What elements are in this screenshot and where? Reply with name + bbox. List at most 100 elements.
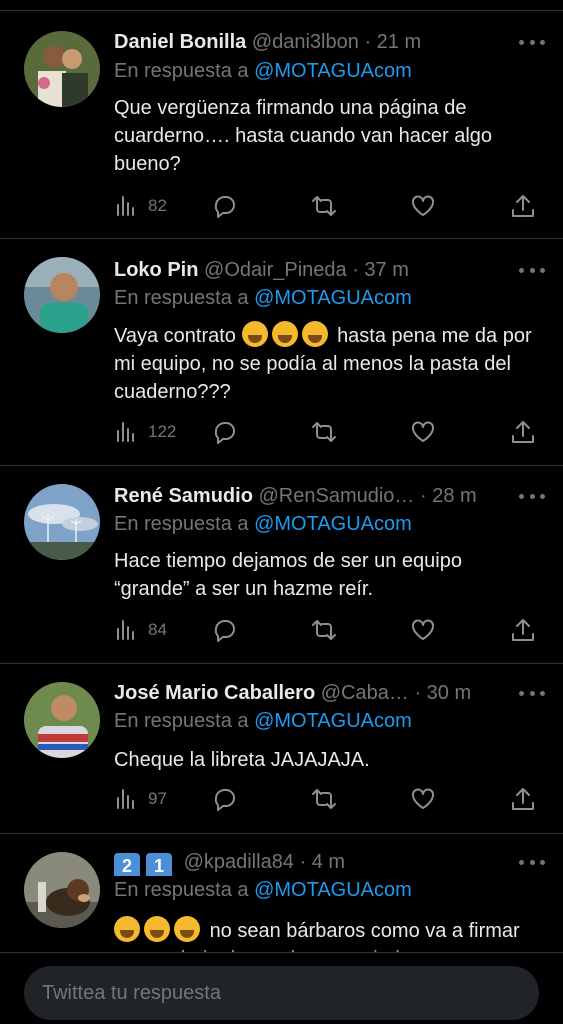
- like-button[interactable]: [410, 191, 436, 221]
- reply-context: En respuesta a @MOTAGUAcom: [114, 284, 412, 312]
- display-name[interactable]: José Mario Caballero: [114, 682, 315, 704]
- display-name[interactable]: René Samudio: [114, 485, 253, 507]
- like-icon: [412, 788, 434, 809]
- timestamp[interactable]: · 4 m: [300, 851, 346, 873]
- views-button[interactable]: 97: [114, 784, 167, 814]
- reply-button[interactable]: [212, 615, 238, 645]
- like-button[interactable]: [410, 784, 436, 814]
- handle[interactable]: @Caba…: [321, 682, 409, 704]
- avatar[interactable]: [24, 852, 100, 928]
- more-icon[interactable]: [519, 688, 545, 698]
- reply-prefix: En respuesta a: [114, 513, 249, 535]
- mention-link[interactable]: @MOTAGUAcom: [254, 513, 412, 535]
- handle[interactable]: @dani3lbon: [252, 31, 359, 53]
- reply-prefix: En respuesta a: [114, 287, 249, 309]
- tweet[interactable]: René Samudio @RenSamudio… · 28 m En resp…: [0, 465, 563, 663]
- retweet-icon: [312, 789, 336, 809]
- share-icon: [512, 421, 534, 443]
- share-icon: [512, 788, 534, 810]
- mention-link[interactable]: @MOTAGUAcom: [254, 287, 412, 309]
- reply-button[interactable]: [212, 417, 238, 447]
- share-button[interactable]: [510, 615, 536, 645]
- reply-icon: [214, 789, 235, 811]
- views-count: 122: [148, 422, 177, 441]
- display-name[interactable]: Loko Pin: [114, 259, 198, 281]
- timestamp[interactable]: · 30 m: [414, 682, 471, 704]
- tweet-actions: 82: [114, 191, 541, 221]
- retweet-button[interactable]: [311, 417, 337, 447]
- reply-icon: [214, 422, 235, 444]
- handle[interactable]: @Odair_Pineda: [204, 259, 347, 281]
- share-button[interactable]: [510, 191, 536, 221]
- display-name[interactable]: Daniel Bonilla: [114, 31, 246, 53]
- share-icon: [512, 195, 534, 217]
- views-button[interactable]: 122: [114, 417, 176, 447]
- handle[interactable]: @kpadilla84: [184, 851, 294, 873]
- face-palm-emoji-icon: [301, 321, 328, 347]
- tweet-header: Daniel Bonilla @dani3lbon · 21 m: [114, 28, 513, 56]
- retweet-button[interactable]: [311, 191, 337, 221]
- reply-prefix: En respuesta a: [114, 60, 249, 82]
- views-count: 82: [148, 196, 167, 215]
- like-icon: [412, 421, 434, 442]
- like-button[interactable]: [410, 615, 436, 645]
- tweet-header: Loko Pin @Odair_Pineda · 37 m: [114, 256, 513, 284]
- retweet-icon: [312, 196, 336, 216]
- more-icon[interactable]: [519, 265, 545, 275]
- retweet-icon: [312, 620, 336, 640]
- reply-composer-input[interactable]: Twittea tu respuesta: [24, 966, 539, 1020]
- views-button[interactable]: 84: [114, 615, 167, 645]
- views-count: 97: [148, 789, 167, 808]
- retweet-button[interactable]: [311, 784, 337, 814]
- tweet-text: Cheque la libreta JAJAJAJA.: [114, 749, 370, 771]
- rofl-emoji-icon: [174, 916, 200, 942]
- tweet-actions: 84: [114, 615, 541, 645]
- views-icon: [117, 196, 134, 216]
- avatar[interactable]: [24, 31, 100, 107]
- views-icon: [117, 422, 134, 442]
- reply-button[interactable]: [212, 784, 238, 814]
- tweet[interactable]: Daniel Bonilla @dani3lbon · 21 m En resp…: [0, 10, 563, 238]
- reply-button[interactable]: [212, 191, 238, 221]
- reply-context: En respuesta a @MOTAGUAcom: [114, 876, 412, 904]
- reply-context: En respuesta a @MOTAGUAcom: [114, 57, 412, 85]
- views-button[interactable]: 82: [114, 191, 167, 221]
- tweet-text: Que vergüenza firmando una página de cua…: [114, 97, 493, 175]
- reply-context: En respuesta a @MOTAGUAcom: [114, 707, 412, 735]
- retweet-button[interactable]: [311, 615, 337, 645]
- mention-link[interactable]: @MOTAGUAcom: [254, 879, 412, 901]
- tweet-header: René Samudio @RenSamudio… · 28 m: [114, 482, 513, 510]
- handle[interactable]: @RenSamudio…: [258, 485, 414, 507]
- avatar[interactable]: [24, 257, 100, 333]
- mention-link[interactable]: @MOTAGUAcom: [254, 60, 412, 82]
- tweet-header: 21 @kpadilla84 · 4 m: [114, 848, 513, 876]
- tweet-header: José Mario Caballero @Caba… · 30 m: [114, 679, 513, 707]
- more-icon[interactable]: [519, 491, 545, 501]
- tweet-text: Hace tiempo dejamos de ser un equipo “gr…: [114, 550, 462, 600]
- reply-context: En respuesta a @MOTAGUAcom: [114, 510, 412, 538]
- tweet-actions: 122: [114, 417, 541, 447]
- timestamp[interactable]: · 21 m: [364, 31, 421, 53]
- avatar[interactable]: [24, 484, 100, 560]
- like-icon: [412, 195, 434, 216]
- more-icon[interactable]: [519, 37, 545, 47]
- like-icon: [412, 619, 434, 640]
- avatar[interactable]: [24, 682, 100, 758]
- share-button[interactable]: [510, 417, 536, 447]
- share-icon: [512, 619, 534, 641]
- tweet-text-start: Vaya contrato: [114, 325, 236, 347]
- tweet[interactable]: Loko Pin @Odair_Pineda · 37 m En respues…: [0, 238, 563, 465]
- views-icon: [117, 789, 134, 809]
- mention-link[interactable]: @MOTAGUAcom: [254, 710, 412, 732]
- tweet-actions: 97: [114, 784, 541, 814]
- tweet[interactable]: José Mario Caballero @Caba… · 30 m En re…: [0, 663, 563, 833]
- like-button[interactable]: [410, 417, 436, 447]
- share-button[interactable]: [510, 784, 536, 814]
- retweet-icon: [312, 422, 336, 442]
- timestamp[interactable]: · 37 m: [352, 259, 409, 281]
- views-icon: [117, 620, 134, 640]
- timestamp[interactable]: · 28 m: [420, 485, 477, 507]
- reply-prefix: En respuesta a: [114, 710, 249, 732]
- more-icon[interactable]: [519, 857, 545, 867]
- reply-icon: [214, 196, 235, 218]
